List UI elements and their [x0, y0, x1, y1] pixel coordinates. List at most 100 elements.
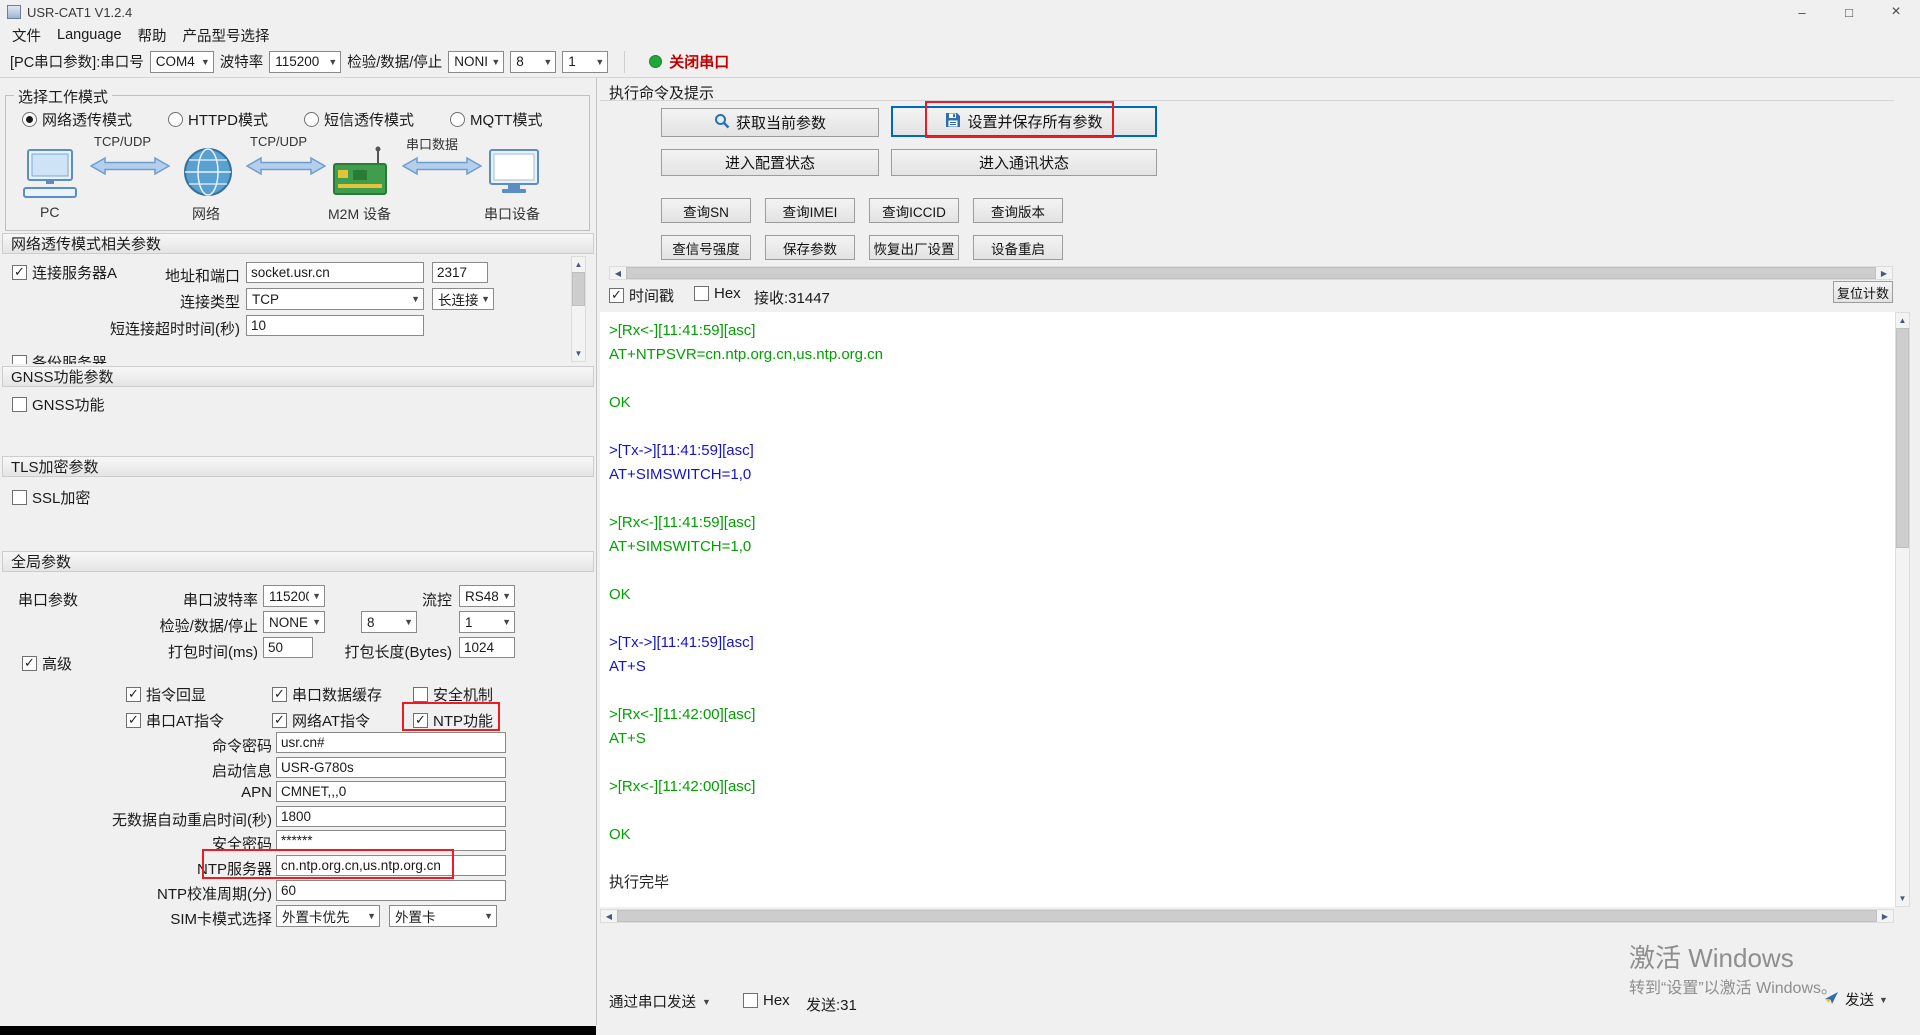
- stopbits-select[interactable]: 1▼: [562, 51, 608, 73]
- enter-comm-button[interactable]: 进入通讯状态: [891, 149, 1157, 176]
- query-version-button[interactable]: 查询版本: [973, 198, 1063, 223]
- cmd-echo-checkbox[interactable]: 指令回显: [126, 684, 206, 705]
- hex-send-checkbox[interactable]: Hex: [743, 992, 790, 1009]
- ssl-enable-checkbox[interactable]: SSL加密: [12, 487, 90, 508]
- query-iccid-button[interactable]: 查询ICCID: [869, 198, 959, 223]
- scroll-right-icon[interactable]: ▶: [1876, 267, 1892, 279]
- ntp-enable-checkbox[interactable]: NTP功能: [413, 710, 493, 731]
- serial-databits-select[interactable]: 8▼: [361, 611, 417, 633]
- scroll-down-icon[interactable]: ▼: [572, 346, 585, 361]
- menu-file[interactable]: 文件: [4, 25, 49, 46]
- close-port-button[interactable]: 关闭串口: [641, 51, 737, 72]
- checkbox-icon: [413, 713, 428, 728]
- minimize-button[interactable]: –: [1779, 0, 1825, 24]
- work-mode-group-title: 选择工作模式: [14, 86, 112, 107]
- send-via-dropdown[interactable]: 通过串口发送 ▼: [609, 991, 711, 1012]
- reset-count-button[interactable]: 复位计数: [1833, 281, 1893, 303]
- security-mechanism-checkbox[interactable]: 安全机制: [413, 684, 493, 705]
- chevron-down-icon: ▼: [499, 591, 514, 601]
- checkbox-icon: [272, 713, 287, 728]
- ntp-period-input[interactable]: 60: [276, 880, 506, 901]
- timestamp-checkbox[interactable]: 时间戳: [609, 285, 674, 306]
- scroll-right-icon[interactable]: ▶: [1877, 910, 1893, 922]
- sim-mode-select[interactable]: 外置卡优先▼: [276, 905, 380, 927]
- scroll-up-icon[interactable]: ▲: [572, 257, 585, 272]
- scrollbar-thumb[interactable]: [572, 272, 585, 306]
- cmd-password-input[interactable]: usr.cn#: [276, 732, 506, 753]
- advanced-checkbox[interactable]: 高级: [22, 653, 72, 674]
- pack-time-input[interactable]: 50: [263, 637, 313, 658]
- serial-parity-label: 检验/数据/停止: [98, 615, 258, 636]
- serial-at-checkbox[interactable]: 串口AT指令: [126, 710, 224, 731]
- security-password-input[interactable]: ******: [276, 830, 506, 851]
- scroll-left-icon[interactable]: ◀: [610, 267, 626, 279]
- backup-server-checkbox[interactable]: 备份服务器: [12, 352, 107, 364]
- databits-select[interactable]: 8▼: [510, 51, 556, 73]
- log-line: [609, 559, 1895, 583]
- net-params-scrollbar[interactable]: ▲ ▼: [571, 256, 586, 362]
- bottom-horizontal-scrollbar[interactable]: ◀ ▶: [600, 909, 1894, 923]
- enter-config-button[interactable]: 进入配置状态: [661, 149, 879, 176]
- server-address-input[interactable]: socket.usr.cn: [246, 262, 424, 283]
- global-params-header[interactable]: 全局参数: [2, 551, 594, 572]
- menu-product-model[interactable]: 产品型号选择: [175, 25, 278, 46]
- radio-net-transparent-mode[interactable]: 网络透传模式: [22, 109, 132, 130]
- log-vertical-scrollbar[interactable]: ▲ ▼: [1895, 312, 1910, 907]
- com-port-select[interactable]: COM4▼: [150, 51, 214, 73]
- short-conn-timeout-label: 短连接超时时间(秒): [42, 318, 240, 339]
- radio-sms-mode[interactable]: 短信透传模式: [304, 109, 414, 130]
- sim-card-select[interactable]: 外置卡▼: [389, 905, 497, 927]
- scrollbar-thumb[interactable]: [617, 910, 1877, 922]
- save-params-button[interactable]: 保存参数: [765, 235, 855, 260]
- parity-select[interactable]: NONI▼: [448, 51, 504, 73]
- flow-control-select[interactable]: RS485▼: [459, 585, 515, 607]
- save-icon: [945, 112, 961, 132]
- scroll-down-icon[interactable]: ▼: [1896, 891, 1909, 906]
- serial-baud-select[interactable]: 115200▼: [263, 585, 325, 607]
- no-data-restart-label: 无数据自动重启时间(秒): [40, 809, 272, 830]
- device-restart-button[interactable]: 设备重启: [973, 235, 1063, 260]
- scrollbar-thumb[interactable]: [626, 267, 1876, 279]
- close-button[interactable]: ×: [1873, 0, 1919, 24]
- conn-mode-select[interactable]: 长连接▼: [432, 288, 494, 310]
- maximize-button[interactable]: □: [1826, 0, 1872, 24]
- radio-mqtt-mode[interactable]: MQTT模式: [450, 109, 543, 130]
- short-conn-timeout-input[interactable]: 10: [246, 315, 424, 336]
- pack-length-input[interactable]: 1024: [459, 637, 515, 658]
- baud-select[interactable]: 115200▼: [269, 51, 341, 73]
- log-output[interactable]: >[Rx<-][11:41:59][asc] AT+NTPSVR=cn.ntp.…: [600, 312, 1895, 907]
- top-horizontal-scrollbar[interactable]: ◀ ▶: [609, 266, 1893, 280]
- menu-help[interactable]: 帮助: [130, 25, 175, 46]
- checkbox-icon: [413, 687, 428, 702]
- get-params-button[interactable]: 获取当前参数: [661, 108, 879, 137]
- scroll-left-icon[interactable]: ◀: [601, 910, 617, 922]
- hex-recv-checkbox[interactable]: Hex: [694, 285, 741, 302]
- query-imei-button[interactable]: 查询IMEI: [765, 198, 855, 223]
- net-params-header[interactable]: 网络透传模式相关参数: [2, 233, 594, 254]
- menu-language[interactable]: Language: [49, 27, 130, 43]
- serial-cache-checkbox[interactable]: 串口数据缓存: [272, 684, 382, 705]
- serial-stopbits-select[interactable]: 1▼: [459, 611, 515, 633]
- network-at-checkbox[interactable]: 网络AT指令: [272, 710, 370, 731]
- gnss-params-header[interactable]: GNSS功能参数: [2, 366, 594, 387]
- no-data-restart-input[interactable]: 1800: [276, 806, 506, 827]
- checkbox-icon: [12, 265, 27, 280]
- gnss-enable-checkbox[interactable]: GNSS功能: [12, 394, 105, 415]
- scroll-up-icon[interactable]: ▲: [1896, 313, 1909, 328]
- query-sn-button[interactable]: 查询SN: [661, 198, 751, 223]
- apn-input[interactable]: CMNET,,,0: [276, 781, 506, 802]
- checkbox-icon: [126, 713, 141, 728]
- ntp-server-input[interactable]: cn.ntp.org.cn,us.ntp.org.cn: [276, 855, 506, 876]
- factory-reset-button[interactable]: 恢复出厂设置: [869, 235, 959, 260]
- serial-parity-select[interactable]: NONE▼: [263, 611, 325, 633]
- server-port-input[interactable]: 2317: [432, 262, 488, 283]
- tls-params-header[interactable]: TLS加密参数: [2, 456, 594, 477]
- startup-info-input[interactable]: USR-G780s: [276, 757, 506, 778]
- scrollbar-thumb[interactable]: [1896, 328, 1909, 548]
- set-save-params-button[interactable]: 设置并保存所有参数: [891, 106, 1157, 137]
- query-signal-button[interactable]: 查信号强度: [661, 235, 751, 260]
- conn-type-select[interactable]: TCP▼: [246, 288, 424, 310]
- log-line: >[Rx<-][11:42:00][asc]: [609, 703, 1895, 727]
- radio-httpd-mode[interactable]: HTTPD模式: [168, 109, 268, 130]
- chevron-down-icon: ▼: [325, 57, 340, 67]
